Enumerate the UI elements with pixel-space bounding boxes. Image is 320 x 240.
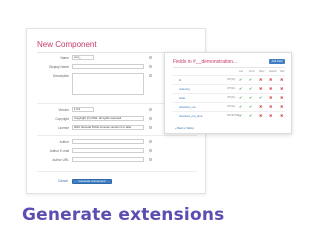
section-divider: [37, 135, 197, 136]
check-icon[interactable]: ✔: [239, 113, 242, 118]
author-help-icon[interactable]: [149, 140, 152, 143]
author-email-help-icon[interactable]: [149, 149, 152, 152]
section-divider: [37, 171, 197, 172]
column-header-form: Form: [249, 70, 255, 73]
version-label: Version: [58, 108, 69, 112]
field-row: id INT(11) ✔ ✔ ✖ ✖ ✖: [173, 75, 285, 83]
description-textarea[interactable]: [72, 73, 144, 95]
cross-icon[interactable]: ✖: [269, 86, 272, 91]
copyright-label: Copyright: [55, 117, 69, 121]
name-label: Name: [60, 56, 69, 60]
cross-icon[interactable]: ✖: [259, 77, 262, 82]
display-name-label: Display Name: [49, 65, 69, 69]
license-help-icon[interactable]: [149, 126, 152, 129]
back-to-tables-link[interactable]: « Back to Tables: [175, 127, 194, 130]
cross-icon[interactable]: ✖: [269, 95, 272, 100]
field-type: DATETIME: [227, 114, 240, 117]
fields-panel-title: Fields in #__demonstration...: [173, 59, 238, 65]
check-icon[interactable]: ✔: [239, 95, 242, 100]
field-name-link[interactable]: id: [179, 78, 181, 82]
description-help-icon[interactable]: [149, 74, 152, 77]
check-icon[interactable]: ✔: [239, 77, 242, 82]
author-url-help-icon[interactable]: [149, 158, 152, 161]
field-row: ordering INT(11) ✔ ✔ ✖ ✖ ✖: [173, 84, 285, 92]
field-name-link[interactable]: state: [179, 96, 185, 100]
version-input[interactable]: 1.0.0: [72, 107, 94, 112]
author-input[interactable]: [72, 139, 144, 144]
fields-panel: Fields in #__demonstration... Add Field …: [164, 52, 292, 134]
name-input[interactable]: com_: [72, 55, 94, 60]
author-email-label: Author E-mail: [49, 149, 69, 153]
check-icon[interactable]: ✔: [249, 95, 252, 100]
field-row: checked_out_time DATETIME ✔ ✔ ✖ ✖ ✖: [173, 111, 285, 119]
version-help-icon[interactable]: [149, 108, 152, 111]
cross-icon[interactable]: ✖: [280, 113, 283, 118]
license-label: License: [58, 126, 69, 130]
column-header-null: Null: [280, 70, 285, 73]
check-icon[interactable]: ✔: [249, 113, 252, 118]
cross-icon[interactable]: ✖: [280, 95, 283, 100]
field-type: INT(11): [227, 105, 236, 108]
copyright-input[interactable]: Copyright (C) 2011. All rights reserved.: [72, 116, 144, 121]
field-name-link[interactable]: checked_out: [179, 105, 195, 109]
field-type: INT(11): [227, 96, 236, 99]
check-icon[interactable]: ✔: [239, 104, 242, 109]
field-row: checked_out INT(11) ✔ ✔ ✖ ✖ ✖: [173, 102, 285, 110]
column-header-list: List: [239, 70, 243, 73]
description-label: Description: [53, 74, 69, 78]
cross-icon[interactable]: ✖: [259, 86, 262, 91]
field-name-link[interactable]: checked_out_time: [179, 114, 202, 118]
field-type: INT(11): [227, 87, 236, 90]
license-input[interactable]: GNU General Public License version 2 or …: [72, 125, 144, 130]
cross-icon[interactable]: ✖: [280, 104, 283, 109]
cross-icon[interactable]: ✖: [269, 77, 272, 82]
display-name-help-icon[interactable]: [149, 65, 152, 68]
cross-icon[interactable]: ✖: [280, 86, 283, 91]
slide-title: Generate extensions: [22, 205, 225, 225]
generate-component-button[interactable]: Generate Component: [72, 179, 112, 184]
form-title: New Component: [37, 40, 97, 49]
cross-icon[interactable]: ✖: [269, 113, 272, 118]
author-url-label: Author URL: [52, 158, 69, 162]
cross-icon[interactable]: ✖: [259, 104, 262, 109]
author-url-input[interactable]: [72, 157, 144, 162]
author-label: Author: [59, 140, 69, 144]
column-header-search: Search: [269, 70, 277, 73]
cancel-link[interactable]: Cancel: [58, 179, 68, 184]
check-icon[interactable]: ✔: [249, 77, 252, 82]
add-field-button[interactable]: Add Field: [269, 59, 285, 64]
check-icon[interactable]: ✔: [239, 86, 242, 91]
field-name-link[interactable]: ordering: [179, 87, 190, 91]
check-icon[interactable]: ✔: [259, 95, 262, 100]
name-help-icon[interactable]: [149, 56, 152, 59]
field-row: state INT(11) ✔ ✔ ✔ ✖ ✖: [173, 93, 285, 101]
cross-icon[interactable]: ✖: [269, 104, 272, 109]
author-email-input[interactable]: [72, 148, 144, 153]
check-icon[interactable]: ✔: [249, 86, 252, 91]
copyright-help-icon[interactable]: [149, 117, 152, 120]
cross-icon[interactable]: ✖: [280, 77, 283, 82]
column-header-filter: Filter: [259, 70, 265, 73]
fields-panel-divider: [173, 67, 285, 68]
display-name-input[interactable]: [72, 64, 144, 69]
cross-icon[interactable]: ✖: [259, 113, 262, 118]
field-type: INT(11): [227, 78, 236, 81]
check-icon[interactable]: ✔: [249, 104, 252, 109]
